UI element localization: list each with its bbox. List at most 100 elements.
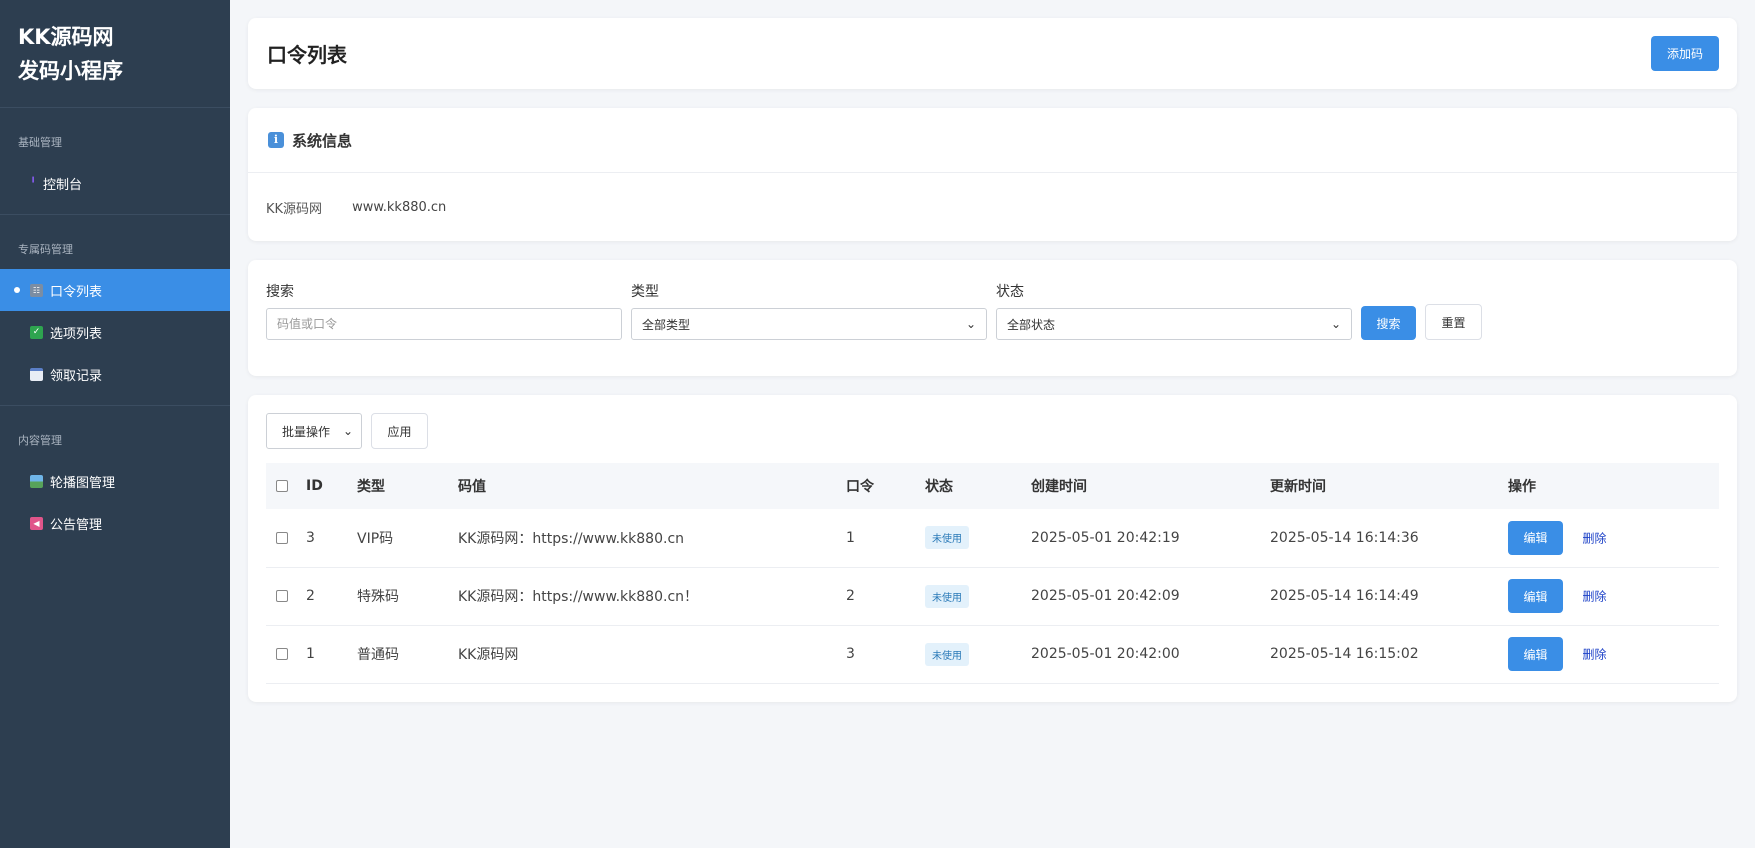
select-all-cell bbox=[266, 463, 306, 509]
sidebar-item-claim-records[interactable]: 领取记录 bbox=[0, 353, 230, 395]
sidebar-item-dashboard[interactable]: ╹ 控制台 bbox=[0, 162, 230, 204]
cell-updated: 2025-05-14 16:15:02 bbox=[1270, 646, 1419, 662]
row-checkbox[interactable] bbox=[276, 648, 288, 660]
search-button[interactable]: 搜索 bbox=[1361, 306, 1416, 340]
delete-link[interactable]: 删除 bbox=[1582, 531, 1606, 545]
cell-token: 3 bbox=[846, 646, 855, 662]
reset-button[interactable]: 重置 bbox=[1425, 304, 1482, 340]
cell-updated: 2025-05-14 16:14:36 bbox=[1270, 529, 1419, 546]
system-info-header: i 系统信息 bbox=[248, 108, 1737, 173]
filter-row: 搜索 类型 全部类型 ⌄ 状态 全部状态 ⌄ 搜索 重置 bbox=[266, 281, 1482, 376]
search-label: 搜索 bbox=[266, 284, 294, 300]
filter-card: 搜索 类型 全部类型 ⌄ 状态 全部状态 ⌄ 搜索 重置 bbox=[248, 260, 1737, 376]
nav-section-content: 内容管理 轮播图管理 ◀ 公告管理 bbox=[0, 406, 230, 554]
sidebar-item-announcement[interactable]: ◀ 公告管理 bbox=[0, 502, 230, 544]
search-input[interactable] bbox=[266, 308, 622, 340]
chevron-down-icon: ⌄ bbox=[965, 317, 976, 331]
sidebar: KK源码网 发码小程序 基础管理 ╹ 控制台 专属码管理 ☷ 口令列表 ✓ 选项… bbox=[0, 0, 230, 848]
cell-token: 1 bbox=[846, 529, 855, 546]
nav-header-content: 内容管理 bbox=[18, 434, 62, 447]
add-code-button[interactable]: 添加码 bbox=[1651, 36, 1719, 71]
status-select[interactable]: 全部状态 ⌄ bbox=[996, 308, 1352, 340]
brand: KK源码网 发码小程序 bbox=[0, 0, 230, 108]
edit-button[interactable]: 编辑 bbox=[1508, 520, 1563, 555]
cell-actions: 编辑 删除 bbox=[1508, 567, 1719, 625]
cell-created: 2025-05-01 20:42:00 bbox=[1031, 646, 1180, 662]
system-info-key: KK源码网 bbox=[266, 201, 323, 217]
cell-status: 未使用 bbox=[925, 625, 1031, 683]
status-group: 状态 全部状态 ⌄ bbox=[996, 281, 1352, 340]
sidebar-item-label: 口令列表 bbox=[50, 284, 103, 300]
bulk-actions: 批量操作 ⌄ 应用 bbox=[266, 413, 1719, 449]
cell-created: 2025-05-01 20:42:19 bbox=[1031, 529, 1180, 546]
megaphone-icon: ◀ bbox=[30, 516, 43, 530]
table-row: 2 特殊码 KK源码网：https://www.kk880.cn！ 2 未使用 … bbox=[266, 567, 1719, 625]
select-all-checkbox[interactable] bbox=[276, 480, 288, 492]
col-code: 码值 bbox=[458, 479, 486, 495]
type-select-value: 全部类型 bbox=[642, 317, 691, 332]
bulk-action-value: 批量操作 bbox=[282, 424, 331, 439]
chevron-down-icon: ⌄ bbox=[342, 424, 353, 438]
search-group: 搜索 bbox=[266, 281, 622, 340]
sidebar-item-label: 轮播图管理 bbox=[50, 475, 116, 491]
row-select-cell bbox=[266, 625, 306, 683]
sidebar-item-option-list[interactable]: ✓ 选项列表 bbox=[0, 311, 230, 353]
sidebar-item-label: 领取记录 bbox=[50, 368, 103, 384]
cell-created: 2025-05-01 20:42:09 bbox=[1031, 588, 1180, 604]
col-status: 状态 bbox=[925, 479, 953, 495]
main-content: 口令列表 添加码 i 系统信息 KK源码网 www.kk880.cn 搜索 类型… bbox=[230, 0, 1755, 848]
row-select-cell bbox=[266, 509, 306, 567]
cell-updated: 2025-05-14 16:14:49 bbox=[1270, 588, 1419, 604]
system-info-value: www.kk880.cn bbox=[352, 199, 447, 215]
sidebar-item-label: 选项列表 bbox=[50, 326, 103, 342]
nav-header-basic: 基础管理 bbox=[18, 136, 62, 149]
cell-code: KK源码网 bbox=[458, 647, 519, 663]
delete-link[interactable]: 删除 bbox=[1582, 648, 1606, 662]
system-info-card: i 系统信息 KK源码网 www.kk880.cn bbox=[248, 108, 1737, 241]
list-icon: ☷ bbox=[30, 283, 43, 297]
image-icon bbox=[30, 474, 43, 488]
page-header: 口令列表 添加码 bbox=[248, 18, 1737, 89]
type-group: 类型 全部类型 ⌄ bbox=[631, 281, 987, 340]
cell-type: 普通码 bbox=[357, 647, 399, 663]
cell-actions: 编辑 删除 bbox=[1508, 509, 1719, 567]
status-badge: 未使用 bbox=[925, 642, 969, 666]
dashboard-icon: ╹ bbox=[30, 177, 37, 189]
cell-id: 1 bbox=[306, 646, 315, 662]
nav-section-codes: 专属码管理 ☷ 口令列表 ✓ 选项列表 领取记录 bbox=[0, 215, 230, 406]
cell-type: 特殊码 bbox=[357, 589, 399, 605]
cell-code: KK源码网：https://www.kk880.cn bbox=[458, 530, 685, 547]
brand-line2: 发码小程序 bbox=[18, 59, 123, 83]
sidebar-item-label: 控制台 bbox=[43, 177, 83, 193]
table-header-row: ID 类型 码值 口令 状态 创建时间 更新时间 操作 bbox=[266, 463, 1719, 509]
bulk-action-select[interactable]: 批量操作 ⌄ bbox=[266, 413, 362, 449]
cell-type: VIP码 bbox=[357, 530, 394, 547]
nav-section-basic: 基础管理 ╹ 控制台 bbox=[0, 108, 230, 215]
page-title: 口令列表 bbox=[267, 43, 347, 67]
sidebar-item-token-list[interactable]: ☷ 口令列表 bbox=[0, 269, 230, 311]
type-select[interactable]: 全部类型 ⌄ bbox=[631, 308, 987, 340]
status-label: 状态 bbox=[996, 284, 1024, 300]
col-type: 类型 bbox=[357, 479, 385, 495]
cell-id: 2 bbox=[306, 588, 315, 604]
brand-line1: KK源码网 bbox=[18, 25, 114, 49]
type-label: 类型 bbox=[631, 284, 659, 300]
sidebar-item-label: 公告管理 bbox=[50, 517, 103, 533]
nav-header-codes: 专属码管理 bbox=[18, 243, 73, 256]
col-actions: 操作 bbox=[1508, 479, 1536, 495]
edit-button[interactable]: 编辑 bbox=[1508, 637, 1563, 671]
sidebar-item-banner[interactable]: 轮播图管理 bbox=[0, 460, 230, 502]
row-checkbox[interactable] bbox=[276, 531, 288, 544]
row-checkbox[interactable] bbox=[276, 590, 288, 602]
col-token: 口令 bbox=[846, 479, 874, 495]
info-icon: i bbox=[268, 132, 284, 148]
delete-link[interactable]: 删除 bbox=[1582, 590, 1606, 604]
edit-button[interactable]: 编辑 bbox=[1508, 579, 1563, 613]
col-created: 创建时间 bbox=[1031, 479, 1087, 495]
table-row: 1 普通码 KK源码网 3 未使用 2025-05-01 20:42:00 20… bbox=[266, 625, 1719, 683]
apply-button[interactable]: 应用 bbox=[371, 413, 428, 449]
cell-code: KK源码网：https://www.kk880.cn！ bbox=[458, 589, 699, 605]
status-badge: 未使用 bbox=[925, 526, 969, 550]
table-card: 批量操作 ⌄ 应用 ID 类型 码值 口令 状态 创建时间 更新时间 操作 3 … bbox=[248, 395, 1737, 702]
cell-token: 2 bbox=[846, 588, 855, 604]
